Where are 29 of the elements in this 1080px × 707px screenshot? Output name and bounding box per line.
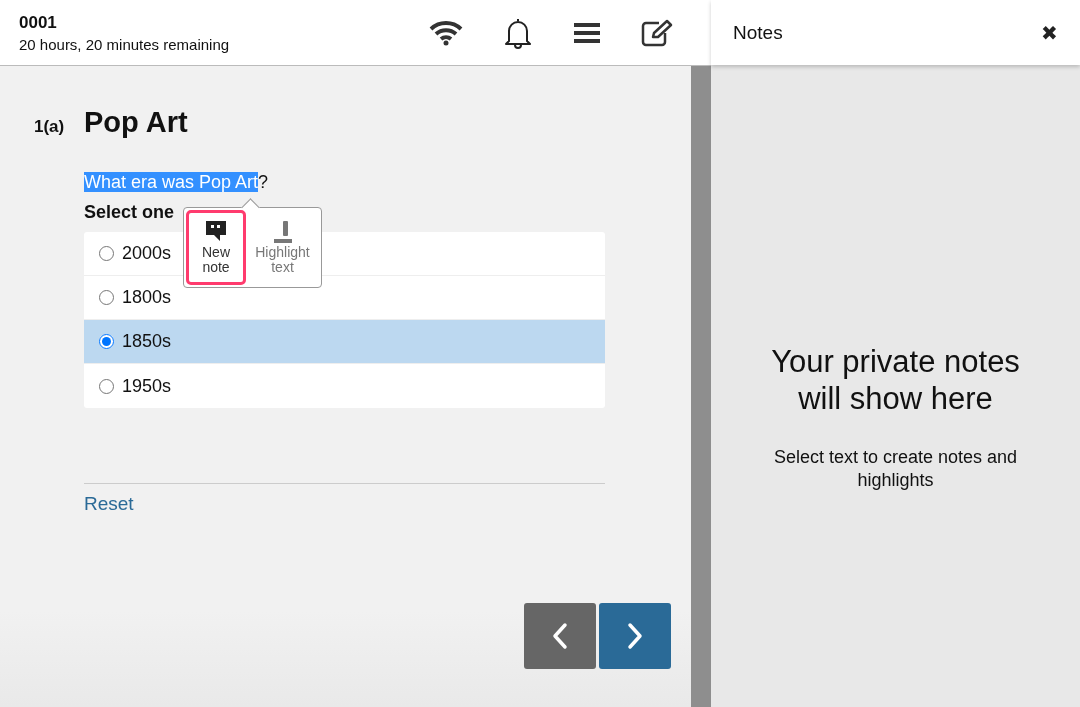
reset-link[interactable]: Reset	[84, 493, 134, 515]
question-number: 1(a)	[34, 117, 66, 137]
empty-notes-text: Select text to create notes and highlights	[772, 446, 1019, 492]
wifi-icon[interactable]	[429, 19, 463, 46]
marker-icon	[273, 221, 292, 243]
instruction-text: Select one	[84, 202, 175, 222]
time-remaining: 20 hours, 20 minutes remaining	[19, 35, 230, 53]
previous-button[interactable]	[524, 603, 596, 669]
quote-note-icon	[206, 221, 226, 241]
radio-button[interactable]	[99, 378, 114, 394]
test-id: 0001	[19, 12, 58, 33]
radio-button[interactable]	[99, 290, 114, 305]
menu-icon[interactable]	[573, 21, 601, 44]
notes-title: Notes	[733, 21, 783, 44]
edit-icon[interactable]	[641, 18, 673, 47]
answer-option[interactable]: 1950s	[84, 364, 605, 408]
question-title: Pop Art	[84, 106, 188, 139]
next-button[interactable]	[599, 603, 671, 669]
answer-option[interactable]: 1850s	[84, 320, 605, 364]
close-button[interactable]: ✖	[1041, 20, 1058, 45]
scrollbar[interactable]	[691, 66, 711, 707]
bell-icon[interactable]	[503, 16, 533, 49]
empty-notes-heading: Your private notes will show here	[770, 343, 1021, 417]
new-note-button[interactable]: New note	[186, 210, 246, 285]
question-text: What era was Pop Art?	[84, 171, 270, 194]
chevron-left-icon	[552, 622, 568, 650]
radio-button[interactable]	[99, 334, 114, 349]
radio-button[interactable]	[99, 246, 114, 261]
chevron-right-icon	[627, 622, 643, 650]
